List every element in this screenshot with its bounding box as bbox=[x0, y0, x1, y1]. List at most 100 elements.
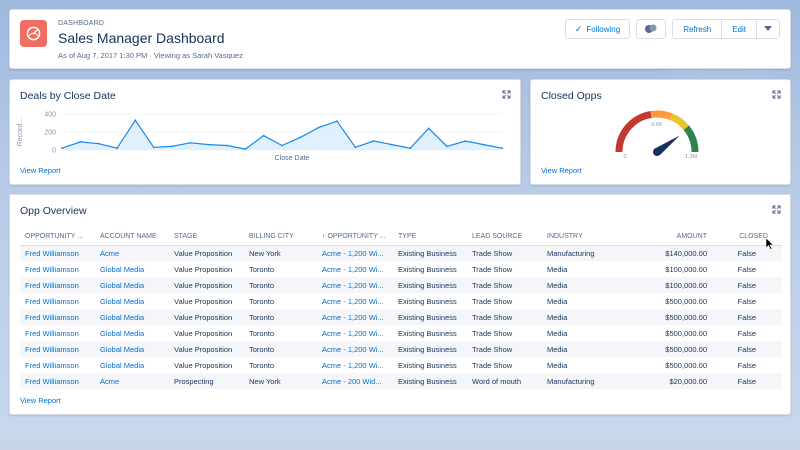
gauge-hub bbox=[653, 148, 661, 156]
table-cell: Existing Business bbox=[393, 341, 467, 357]
table-row: Fred Williamson Global Media Value Proposi… bbox=[20, 325, 782, 341]
table-cell-link[interactable]: Fred Williamson bbox=[20, 373, 95, 389]
table-cell-link[interactable]: Acme - 1,200 Wi... bbox=[317, 309, 393, 325]
table-cell: Existing Business bbox=[398, 360, 457, 370]
table-cell: Trade Show bbox=[467, 309, 542, 325]
column-header[interactable]: TYPE bbox=[393, 229, 467, 246]
table-cell: Toronto bbox=[249, 360, 275, 370]
table-cell-link[interactable]: Fred Williamson bbox=[20, 325, 95, 341]
table-cell-link[interactable]: Acme - 200 Wid... bbox=[317, 373, 393, 389]
table-cell: Trade Show bbox=[472, 296, 513, 306]
table-cell-link[interactable]: Acme bbox=[95, 245, 169, 261]
data-point bbox=[464, 140, 467, 142]
gauge-segment bbox=[650, 110, 673, 120]
table-cell: Media bbox=[547, 296, 568, 306]
table-cell: False bbox=[737, 296, 756, 306]
table-cell: Media bbox=[542, 341, 617, 357]
table-cell: Value Proposition bbox=[169, 277, 244, 293]
table-cell: $140,000.00 bbox=[617, 245, 712, 261]
table-cell: Toronto bbox=[249, 328, 275, 338]
table-cell-link[interactable]: Global Media bbox=[95, 309, 169, 325]
table-cell-link[interactable]: Acme - 1,200 Wi... bbox=[317, 293, 393, 309]
mouse-cursor-icon bbox=[766, 238, 774, 250]
table-cell: Trade Show bbox=[467, 277, 542, 293]
chevron-down-icon bbox=[764, 26, 772, 31]
table-cell: $500,000.00 bbox=[665, 328, 707, 338]
table-cell: Value Proposition bbox=[174, 264, 233, 274]
table-cell: False bbox=[737, 360, 756, 370]
table-cell-link[interactable]: Acme - 1,200 Wi... bbox=[317, 325, 393, 341]
y-tick-label: 200 bbox=[44, 130, 56, 137]
table-header-row: OPPORTUNITY ... ACCOUNT NAME STAGE BILLING … bbox=[20, 229, 782, 246]
gauge-min-label: 0 bbox=[623, 154, 626, 160]
table-cell-link[interactable]: Acme - 1,200 Wi... bbox=[317, 245, 393, 261]
table-cell-link[interactable]: Fred Williamson bbox=[20, 341, 95, 357]
table-cell-link[interactable]: Global Media bbox=[95, 277, 169, 293]
table-cell: Trade Show bbox=[467, 245, 542, 261]
column-header[interactable]: OPPORTUNITY ... bbox=[20, 229, 95, 246]
deals-card-title: Deals by Close Date bbox=[20, 90, 116, 102]
gauge-segment bbox=[669, 113, 689, 131]
check-icon: ✓ bbox=[574, 23, 583, 34]
refresh-button[interactable]: Refresh bbox=[673, 20, 723, 38]
data-point bbox=[189, 141, 192, 144]
table-cell-link[interactable]: Fred Williamson bbox=[20, 245, 95, 261]
subscribe-button[interactable] bbox=[636, 19, 667, 39]
table-cell-link[interactable]: Global Media bbox=[95, 341, 169, 357]
table-cell-link[interactable]: Acme - 1,200 Wi... bbox=[317, 341, 393, 357]
more-actions-button[interactable] bbox=[757, 20, 779, 38]
table-cell-link[interactable]: Global Media bbox=[95, 325, 169, 341]
table-cell-link[interactable]: Fred Williamson bbox=[20, 277, 95, 293]
table-cell: Value Proposition bbox=[169, 341, 244, 357]
table-cell-link[interactable]: Acme - 1,200 Wi... bbox=[317, 261, 393, 277]
closed-view-report-link[interactable]: View Report bbox=[541, 166, 582, 175]
table-cell: $500,000.00 bbox=[617, 341, 712, 357]
column-header[interactable]: BILLING CITY bbox=[244, 229, 317, 246]
expand-icon[interactable] bbox=[772, 205, 781, 214]
edit-button[interactable]: Edit bbox=[722, 20, 757, 38]
data-point bbox=[79, 141, 82, 143]
table-cell: Existing Business bbox=[393, 309, 467, 325]
table-cell: Manufacturing bbox=[542, 373, 617, 389]
table-cell: Existing Business bbox=[398, 296, 457, 306]
closed-opps-card: Closed Opps 0 6.6K 1.3M View Report bbox=[530, 79, 791, 185]
deals-view-report-link[interactable]: View Report bbox=[20, 166, 61, 175]
following-label: Following bbox=[586, 24, 621, 34]
table-cell-link[interactable]: Global Media bbox=[95, 261, 169, 277]
table-cell: $500,000.00 bbox=[617, 309, 712, 325]
table-cell: $100,000.00 bbox=[665, 264, 707, 274]
closed-card-title: Closed Opps bbox=[541, 90, 602, 102]
column-header[interactable]: ACCOUNT NAME bbox=[95, 229, 169, 246]
table-cell-link[interactable]: Fred Williamson bbox=[20, 261, 95, 277]
opp-view-report-link[interactable]: View Report bbox=[20, 396, 61, 405]
table-cell: Prospecting bbox=[169, 373, 244, 389]
table-cell-link[interactable]: Global Media bbox=[95, 293, 169, 309]
deals-line-chart: Record... 400 200 0 Close Date bbox=[17, 112, 503, 162]
column-header[interactable]: AMOUNT bbox=[617, 229, 712, 246]
column-header[interactable]: LEAD SOURCE bbox=[467, 229, 542, 246]
expand-icon[interactable] bbox=[772, 90, 781, 99]
column-header[interactable]: INDUSTRY bbox=[542, 229, 617, 246]
data-point bbox=[372, 140, 375, 142]
table-cell: Toronto bbox=[249, 264, 275, 274]
table-cell-link[interactable]: Fred Williamson bbox=[20, 357, 95, 373]
following-button[interactable]: ✓ Following bbox=[564, 19, 631, 39]
bottom-strip bbox=[0, 440, 800, 450]
table-cell-link[interactable]: Fred Williamson bbox=[20, 309, 95, 325]
table-cell-link[interactable]: Fred Williamson bbox=[20, 293, 95, 309]
table-cell-link[interactable]: Acme - 1,200 Wi... bbox=[317, 357, 393, 373]
header-subtitle: As of Aug 7, 2017 1:30 PM · Viewing as S… bbox=[58, 51, 243, 60]
table-cell-link[interactable]: Global Media bbox=[95, 357, 169, 373]
table-cell: False bbox=[737, 264, 756, 274]
table-cell-link[interactable]: Acme bbox=[95, 373, 169, 389]
table-body: Fred Williamson Acme Value Proposition New … bbox=[20, 245, 782, 389]
data-point bbox=[482, 143, 485, 146]
column-header[interactable]: STAGE bbox=[169, 229, 244, 246]
y-tick-label: 400 bbox=[44, 112, 56, 119]
gauge-mid-label: 6.6K bbox=[651, 122, 663, 128]
table-row: Fred Williamson Global Media Value Proposi… bbox=[20, 309, 782, 325]
expand-icon[interactable] bbox=[502, 90, 511, 99]
table-cell-link[interactable]: Acme - 1,200 Wi... bbox=[317, 277, 393, 293]
column-header[interactable]: ↑ OPPORTUNITY ... bbox=[317, 229, 393, 246]
table-cell: Trade Show bbox=[472, 264, 513, 274]
